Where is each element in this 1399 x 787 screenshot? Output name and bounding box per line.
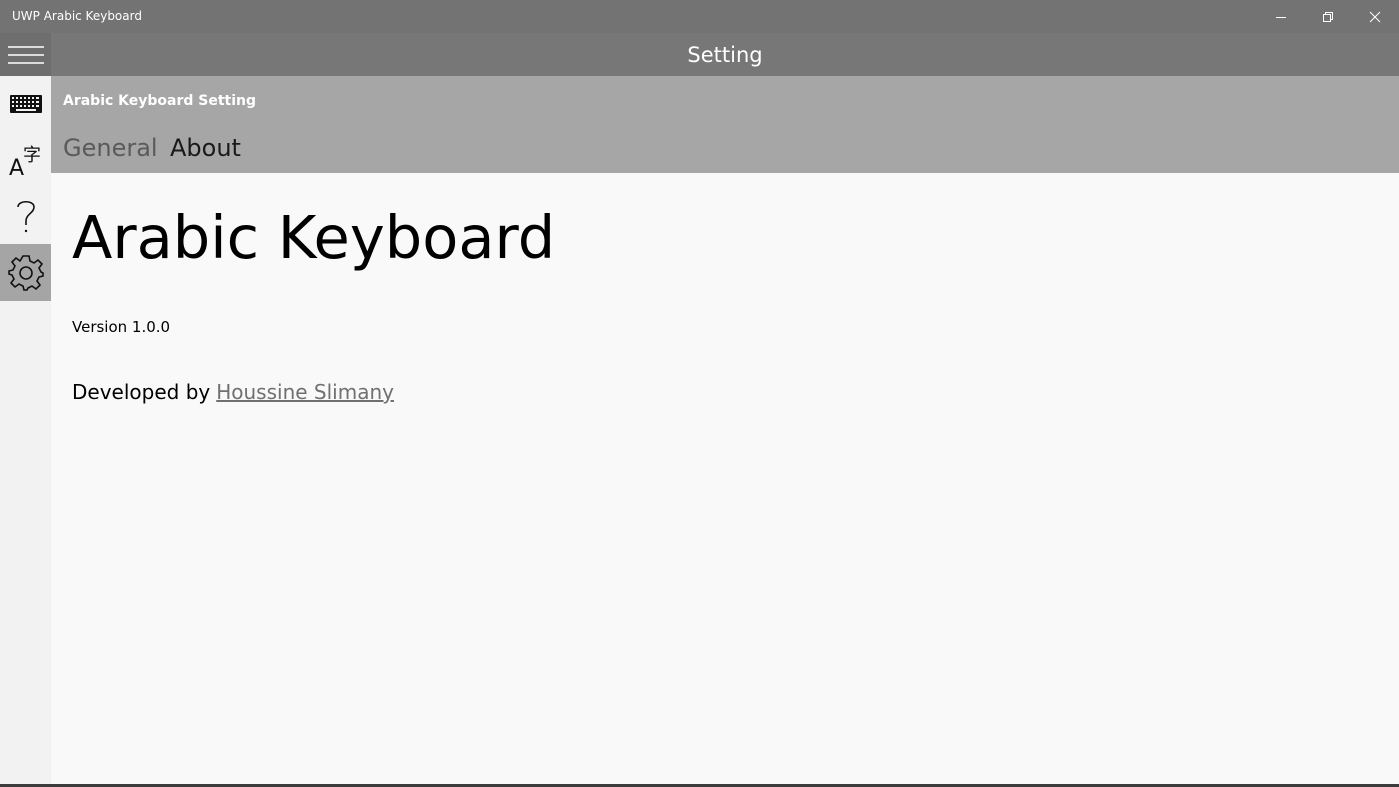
minimize-icon bbox=[1276, 16, 1286, 18]
keyboard-icon bbox=[9, 95, 42, 113]
help-icon bbox=[16, 200, 35, 233]
restore-icon bbox=[1323, 11, 1333, 22]
hamburger-menu-icon bbox=[7, 45, 44, 64]
page-title: Setting bbox=[687, 42, 763, 67]
language-icon: A 字 bbox=[9, 145, 41, 178]
hamburger-menu-button[interactable] bbox=[0, 33, 51, 76]
gear-icon bbox=[7, 254, 44, 291]
nav-item-help[interactable] bbox=[0, 188, 51, 244]
developer-line: Developed by Houssine Slimany bbox=[72, 380, 394, 404]
tab-about[interactable]: About bbox=[170, 134, 241, 162]
tab-general[interactable]: General bbox=[63, 134, 158, 162]
nav-sidebar: A 字 bbox=[0, 33, 51, 787]
developer-link[interactable]: Houssine Slimany bbox=[216, 380, 394, 404]
svg-text:A: A bbox=[9, 156, 24, 178]
pivot-title: Arabic Keyboard Setting bbox=[63, 93, 257, 109]
close-button[interactable] bbox=[1352, 0, 1398, 33]
app-name-heading: Arabic Keyboard bbox=[72, 203, 556, 272]
svg-text:字: 字 bbox=[23, 145, 41, 166]
window-title: UWP Arabic Keyboard bbox=[12, 9, 142, 23]
title-bar: UWP Arabic Keyboard bbox=[0, 0, 1399, 33]
minimize-button[interactable] bbox=[1258, 0, 1304, 33]
nav-item-settings[interactable] bbox=[0, 244, 51, 301]
close-icon bbox=[1369, 11, 1381, 22]
restore-button[interactable] bbox=[1305, 0, 1351, 33]
pivot-header: Arabic Keyboard Setting General About bbox=[51, 76, 1399, 173]
nav-item-language[interactable]: A 字 bbox=[0, 132, 51, 188]
developed-by-label: Developed by bbox=[72, 380, 211, 404]
about-content: Arabic Keyboard Version 1.0.0 Developed … bbox=[51, 173, 1399, 784]
version-text: Version 1.0.0 bbox=[72, 318, 171, 336]
page-header: Setting bbox=[51, 33, 1399, 76]
nav-item-keyboard[interactable] bbox=[0, 76, 51, 132]
